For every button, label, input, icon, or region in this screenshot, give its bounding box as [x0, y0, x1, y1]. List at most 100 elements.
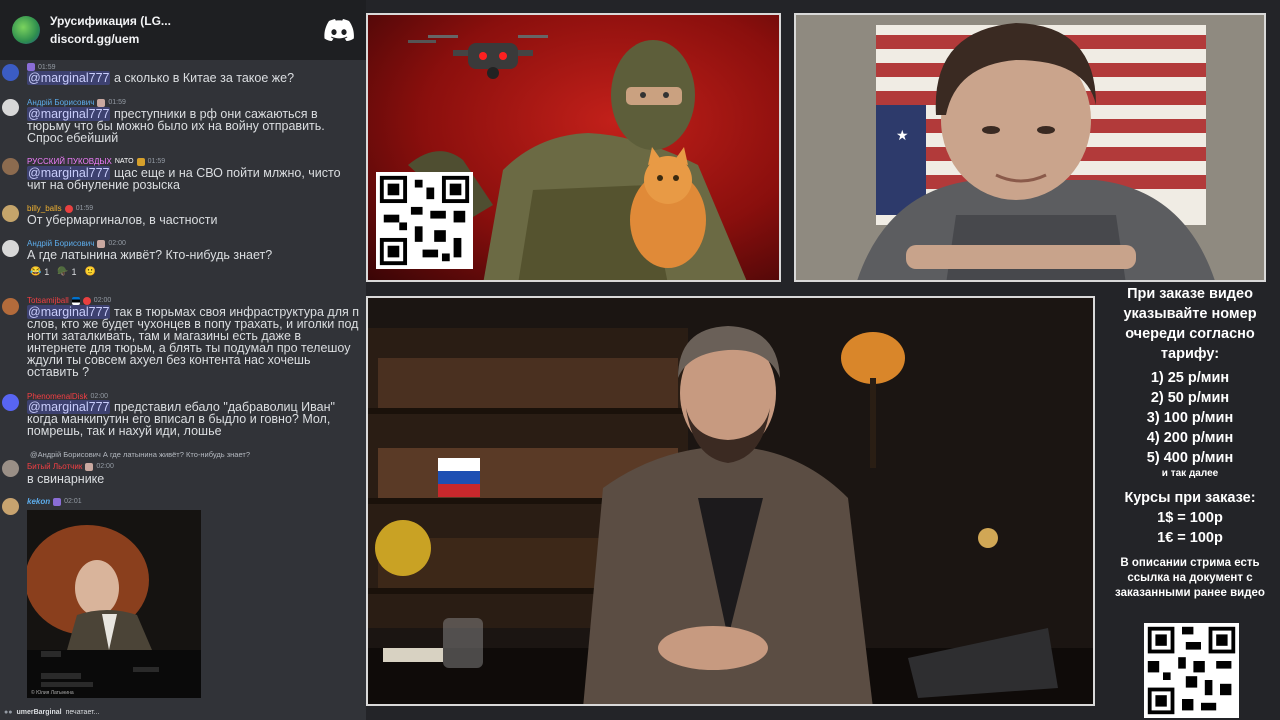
message-meta: kekon 02:01: [27, 497, 82, 506]
avatar[interactable]: [2, 205, 19, 222]
server-info: Урусификация (LG... discord.gg/uem: [50, 14, 324, 46]
chat-message: Андрій Борисович 02:00 А где латынина жи…: [0, 236, 366, 284]
message-time: 01:59: [38, 63, 56, 71]
chat-message: kekon 02:01 © Юлия Латынина: [0, 494, 366, 704]
stream-description-note: В описании стрима есть ссылка на докумен…: [1115, 557, 1265, 599]
chat-message: 01:59 @marginal777 а сколько в Китае за …: [0, 60, 366, 90]
tariff-item: 1) 25 р/мин: [1150, 370, 1230, 386]
svg-text:★: ★: [896, 128, 909, 144]
message-time: 01:59: [75, 205, 94, 212]
reaction[interactable]: 🪖 1: [57, 266, 76, 277]
message-body: А где латынина живёт? Кто-нибудь знает?: [27, 248, 273, 262]
webcam-scene: ★: [796, 15, 1264, 280]
message-text: так в тюрьмах своя инфраструктура для п …: [27, 305, 359, 379]
message-author[interactable]: kekon: [27, 497, 50, 506]
message-time: 01:59: [147, 158, 166, 165]
message-time: 02:00: [96, 463, 114, 470]
drone-icon: [408, 35, 548, 79]
portrait-image: [27, 510, 201, 698]
embedded-image[interactable]: © Юлия Латынина: [27, 510, 201, 698]
host-scene: [368, 298, 1093, 704]
message-meta: Андрій Борисович 02:00: [27, 239, 126, 248]
server-name: Урусификация (LG...: [50, 14, 171, 28]
image-caption: © Юлия Латынина: [31, 690, 74, 696]
avatar[interactable]: [2, 298, 19, 315]
avatar[interactable]: [2, 158, 19, 175]
host-video-frame: [366, 296, 1095, 706]
user-badge-icon: [97, 239, 106, 248]
typing-dots-icon: ●●: [4, 709, 13, 716]
message-text: а сколько в Китае за такое же?: [110, 71, 295, 85]
message-meta: 01:59: [27, 63, 56, 71]
flag-icon: [71, 296, 80, 305]
nato-tag: NATO: [114, 158, 134, 165]
add-reaction-button[interactable]: 🙂: [84, 266, 95, 277]
discord-chat-panel: Урусификация (LG... discord.gg/uem 01:59…: [0, 0, 366, 720]
typing-text: печатает...: [65, 709, 100, 716]
avatar[interactable]: [2, 460, 19, 477]
message-author[interactable]: Битый Льотчик: [27, 462, 82, 471]
avatar[interactable]: [2, 240, 19, 257]
user-badge-icon: [136, 157, 145, 166]
user-badge-icon: [97, 98, 106, 107]
message-time: 02:00: [93, 297, 112, 304]
message-time: 02:00: [108, 240, 126, 247]
rate-usd: 1$ = 100р: [1157, 510, 1223, 526]
tariff-etc: и так далее: [1161, 468, 1219, 479]
tariff-item: 2) 50 р/мин: [1150, 390, 1230, 406]
chat-message: Totsamijball 02:00 @marginal777 так в тю…: [0, 294, 366, 380]
chat-header: Урусификация (LG... discord.gg/uem: [0, 0, 366, 60]
server-icon[interactable]: [12, 16, 40, 44]
laugh-emoji-icon: 😂: [30, 266, 42, 276]
message-body: @marginal777 так в тюрьмах своя инфрастр…: [27, 305, 362, 379]
role-badge-icon: [27, 63, 35, 71]
avatar[interactable]: [2, 99, 19, 116]
reply-author: @Андрій Борисович: [30, 450, 101, 459]
message-time: 02:01: [64, 498, 82, 505]
webcam-video-frame: ★: [794, 13, 1266, 282]
message-time: 01:59: [108, 99, 126, 106]
message-author[interactable]: Андрій Борисович: [27, 98, 94, 107]
message-body: @marginal777 преступники в рф они сажают…: [27, 107, 362, 144]
avatar[interactable]: [2, 394, 19, 411]
message-author[interactable]: Андрій Борисович: [27, 239, 94, 248]
message-meta: Андрій Борисович 01:59: [27, 98, 126, 107]
tariff-item: 5) 400 р/мин: [1146, 450, 1234, 466]
message-time: 02:00: [90, 393, 109, 400]
add-reaction-icon: 🙂: [84, 266, 96, 276]
user-badge-icon: [85, 462, 94, 471]
chat-message: РУССКИЙ ПУКОВДЫХ NATO 01:59 @marginal777…: [0, 154, 366, 194]
rate-eur: 1€ = 100р: [1157, 530, 1223, 546]
message-author[interactable]: billy_balls: [27, 204, 62, 213]
chat-message: @Андрій Борисович А где латынина живёт? …: [0, 449, 366, 489]
russian-flag-icon: [438, 458, 480, 497]
qr-code-icon[interactable]: [1144, 623, 1239, 718]
typing-indicator: ●● umerBarginal печатает...: [4, 709, 99, 716]
reaction-count: 1: [44, 266, 50, 277]
message-body: От убермаргиналов, в частности: [27, 213, 218, 227]
message-author[interactable]: РУССКИЙ ПУКОВДЫХ: [27, 157, 112, 166]
typing-user: umerBarginal: [16, 709, 62, 716]
chat-message: billy_balls 01:59 От убермаргиналов, в ч…: [0, 201, 366, 231]
discord-logo-icon: [324, 19, 354, 41]
message-meta: РУССКИЙ ПУКОВДЫХ NATO 01:59: [27, 157, 165, 166]
avatar[interactable]: [2, 64, 19, 81]
qr-pattern: [1147, 626, 1236, 715]
message-meta: Битый Льотчик 02:00: [27, 462, 114, 471]
rates-title: Курсы при заказе:: [1124, 490, 1256, 506]
chat-message: Андрій Борисович 01:59 @marginal777 прес…: [0, 95, 366, 147]
qr-code-icon[interactable]: [376, 172, 473, 269]
reaction-count: 1: [71, 266, 77, 277]
avatar[interactable]: [2, 498, 19, 515]
user-badge-icon: [82, 296, 91, 305]
server-invite-link[interactable]: discord.gg/uem: [50, 32, 324, 46]
tariff-item: 4) 200 р/мин: [1146, 430, 1234, 446]
reaction[interactable]: 😂 1: [30, 266, 49, 277]
stream-layout: Урусификация (LG... discord.gg/uem 01:59…: [0, 0, 1280, 720]
user-badge-icon: [64, 204, 73, 213]
reply-preview[interactable]: @Андрій Борисович А где латынина живёт? …: [30, 450, 250, 459]
user-mention[interactable]: @marginal777: [27, 71, 111, 85]
tariff-item: 3) 100 р/мин: [1146, 410, 1234, 426]
message-author[interactable]: Totsamijball: [27, 296, 69, 305]
message-meta: Totsamijball 02:00: [27, 296, 111, 305]
